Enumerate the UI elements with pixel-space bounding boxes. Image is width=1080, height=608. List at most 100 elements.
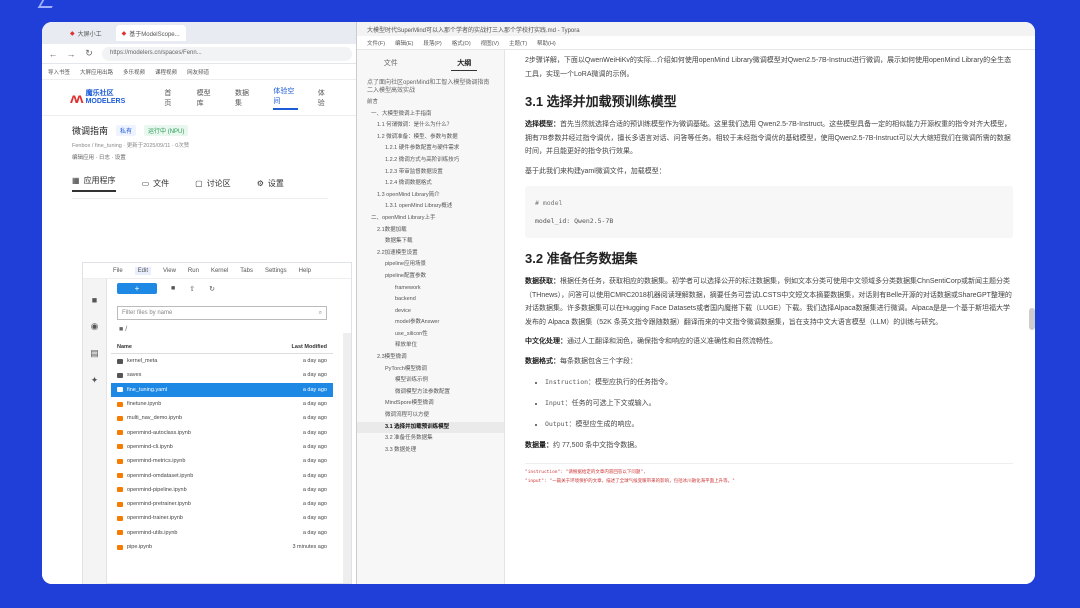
outline-item[interactable]: device	[357, 306, 504, 318]
outline-item[interactable]: 前言	[357, 97, 504, 109]
filter-files-input[interactable]: Filter files by name ⌕	[117, 306, 327, 320]
file-row[interactable]: openmind-pretrainer.ipynb a day ago	[111, 497, 333, 511]
site-logo[interactable]: ʌʌ 魔乐社区 MODELERS	[70, 90, 144, 106]
forward-arrow-icon[interactable]: →	[66, 49, 76, 59]
commands-icon[interactable]: ▤	[83, 348, 106, 359]
folder-icon[interactable]: ■	[83, 295, 106, 305]
menu-kernel[interactable]: Kernel	[211, 268, 228, 274]
menu-theme[interactable]: 主题(T)	[509, 39, 527, 47]
file-row[interactable]: kernel_meta a day ago	[111, 354, 333, 368]
outline-item[interactable]: 1.3 openMind Library简介	[357, 190, 504, 202]
outline-item[interactable]: pipeline应用场景	[357, 259, 504, 271]
outline-item[interactable]: 1.1 何谓微调：是什么为什么？	[357, 120, 504, 132]
menu-settings[interactable]: Settings	[265, 268, 287, 274]
tab-app[interactable]: ▦ 应用程序	[72, 175, 116, 192]
tab-settings[interactable]: ⚙ 设置	[257, 175, 284, 192]
column-name[interactable]: Name	[117, 344, 132, 350]
running-icon[interactable]: ◉	[83, 321, 106, 332]
nav-more[interactable]: 体验	[318, 88, 330, 108]
file-row[interactable]: multi_nav_demo.ipynb a day ago	[111, 411, 333, 425]
new-folder-icon[interactable]: ■	[171, 285, 175, 292]
outline-item[interactable]: 1.2.2 微调方式与高阶训练技巧	[357, 155, 504, 167]
bookmark-item[interactable]: 导入书签	[48, 68, 70, 76]
menu-tabs[interactable]: Tabs	[240, 268, 253, 274]
nav-home[interactable]: 首页	[164, 88, 176, 108]
outline-item[interactable]: 3.1 选择并加载预训练模型	[357, 421, 504, 434]
file-row[interactable]: finetune.ipynb a day ago	[111, 397, 333, 411]
outline-item[interactable]: pipeline配置参数	[357, 271, 504, 283]
menu-edit[interactable]: Edit	[134, 266, 152, 275]
reload-icon[interactable]: ↻	[84, 48, 94, 59]
outline-item[interactable]: 3.3 数据处理	[357, 445, 504, 457]
extension-icon[interactable]: ✦	[83, 375, 106, 386]
outline-item[interactable]: backend	[357, 294, 504, 306]
column-modified[interactable]: Last Modified	[292, 344, 327, 350]
bookmark-item[interactable]: 网友频道	[187, 68, 209, 76]
menu-help[interactable]: Help	[299, 268, 311, 274]
back-arrow-icon[interactable]: ←	[48, 49, 58, 59]
url-field[interactable]: https://modelers.cn/spaces/Fenn...	[102, 46, 352, 61]
menu-view[interactable]: View	[163, 268, 176, 274]
outline-item[interactable]: 2.1数据加载	[357, 225, 504, 237]
refresh-icon[interactable]: ↻	[209, 285, 215, 293]
outline-item[interactable]: framework	[357, 283, 504, 295]
outline-item[interactable]: 一、大模型微调上手指南	[357, 109, 504, 121]
outline-item[interactable]: 释放单位	[357, 340, 504, 352]
outline-item[interactable]: 二、openMind Library上手	[357, 213, 504, 225]
outline-item[interactable]: 1.2.3 带审监督数据设置	[357, 167, 504, 179]
markdown-document[interactable]: 2步骤详解，下面以QwenWeiHiKv的实际...介绍如何使用openMind…	[517, 50, 1023, 584]
code-block[interactable]: # model model_id: Qwen2.5-7B	[525, 186, 1013, 238]
upload-icon[interactable]: ⇧	[189, 285, 195, 293]
jupyter-scrollbar[interactable]	[343, 333, 351, 583]
tab-discussion[interactable]: ▢ 讨论区	[195, 175, 231, 192]
menu-help[interactable]: 帮助(H)	[537, 39, 556, 47]
outline-item[interactable]: 微调流程可以方便	[357, 410, 504, 422]
outline-item[interactable]: 2.3模型微调	[357, 352, 504, 364]
file-row[interactable]: openmind-utils.ipynb a day ago	[111, 526, 333, 540]
nav-spaces[interactable]: 体验空间	[273, 86, 298, 110]
file-row[interactable]: fine_tuning.yaml a day ago	[111, 382, 333, 397]
outline-item[interactable]: 数据集下载	[357, 236, 504, 248]
browser-tab[interactable]: ◆ 大屏小工	[64, 25, 108, 41]
outline-item[interactable]: 1.2 微调准备：模型、参数与数据	[357, 132, 504, 144]
outline-item[interactable]: 模型训练示例	[357, 375, 504, 387]
tab-files[interactable]: 文件	[384, 58, 398, 71]
outline-item[interactable]: MindSpore模型微调	[357, 398, 504, 410]
outline-item[interactable]: 1.3.1 openMind Library概述	[357, 201, 504, 213]
file-row[interactable]: openmind-cli.ipynb a day ago	[111, 440, 333, 454]
menu-paragraph[interactable]: 段落(P)	[423, 39, 441, 47]
space-actions[interactable]: 编辑应用 · 日志 · 设置	[72, 153, 328, 161]
file-row[interactable]: openmind-metrics.ipynb a day ago	[111, 454, 333, 468]
outline-item[interactable]: 1.2.4 微调数据格式	[357, 178, 504, 190]
menu-file[interactable]: 文件(F)	[367, 39, 385, 47]
file-row[interactable]: openmind-omdataset.ipynb a day ago	[111, 468, 333, 482]
outline-item[interactable]: use_silicon性	[357, 329, 504, 341]
outline-item[interactable]: 微调模型方法参数配置	[357, 387, 504, 399]
browser-tab-active[interactable]: ◆ 基于ModelScope...	[115, 25, 186, 41]
nav-models[interactable]: 模型库	[197, 88, 215, 108]
menu-file[interactable]: File	[113, 268, 123, 274]
document-scrollbar[interactable]	[1029, 308, 1035, 330]
outline-item[interactable]: 1.2.1 硬件参数配置与硬件需求	[357, 143, 504, 155]
nav-datasets[interactable]: 数据集	[235, 88, 253, 108]
new-launcher-button[interactable]: +	[117, 283, 157, 294]
breadcrumb[interactable]: ■ /	[111, 324, 333, 335]
file-row[interactable]: openmind-autoclass.ipynb a day ago	[111, 425, 333, 439]
outline-item[interactable]: 3.2 准备任务数据集	[357, 433, 504, 445]
outline-item[interactable]: 2.2加速模型设置	[357, 248, 504, 260]
menu-view[interactable]: 视图(V)	[481, 39, 499, 47]
outline-doc-title[interactable]: 点了面向社区openMind和工智入模型微调指南二入模型高效实战	[357, 77, 504, 97]
tab-files[interactable]: ▭ 文件	[142, 175, 170, 192]
tab-outline[interactable]: 大纲	[451, 58, 478, 71]
bookmark-item[interactable]: 课程视频	[155, 68, 177, 76]
menu-format[interactable]: 格式(O)	[452, 39, 471, 47]
file-row[interactable]: openmind-pipeline.ipynb a day ago	[111, 483, 333, 497]
menu-run[interactable]: Run	[188, 268, 199, 274]
bookmark-item[interactable]: 多乐视频	[123, 68, 145, 76]
file-row[interactable]: openmind-trainer.ipynb a day ago	[111, 511, 333, 525]
file-row[interactable]: saves a day ago	[111, 368, 333, 382]
file-row[interactable]: pipe.ipynb 3 minutes ago	[111, 540, 333, 554]
outline-item[interactable]: model参数Answer	[357, 317, 504, 329]
bookmark-item[interactable]: 大屏应用出路	[80, 68, 113, 76]
outline-item[interactable]: PyTorch模型微调	[357, 364, 504, 376]
